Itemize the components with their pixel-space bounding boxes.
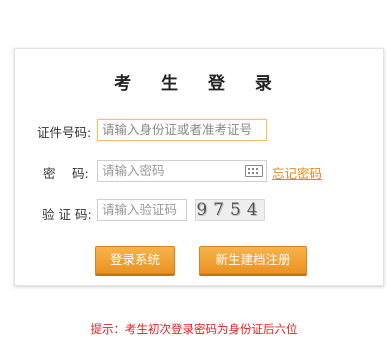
forgot-password-link[interactable]: 忘记密码 bbox=[272, 163, 322, 182]
login-title: 考 生 登 录 bbox=[114, 74, 284, 94]
captcha-label: 验 证 码: bbox=[42, 207, 92, 222]
id-number-input[interactable]: 请输入身份证或者准考证号 bbox=[97, 119, 267, 141]
login-tip: 提示：考生初次登录密码为身份证后六位 bbox=[90, 322, 298, 336]
login-card: 考 生 登 录 证件号码: 请输入身份证或者准考证号 密 码: 请输入密码 忘记… bbox=[14, 48, 384, 286]
captcha-input[interactable]: 请输入验证码 bbox=[97, 199, 187, 221]
login-button[interactable]: 登录系统 bbox=[95, 246, 175, 274]
password-input[interactable]: 请输入密码 bbox=[97, 160, 267, 182]
id-label: 证件号码: bbox=[37, 125, 92, 140]
register-button[interactable]: 新生建档注册 bbox=[199, 246, 307, 274]
captcha-image[interactable]: 9754 bbox=[195, 199, 265, 221]
password-label: 密 码: bbox=[43, 166, 89, 181]
keyboard-icon[interactable] bbox=[245, 165, 263, 177]
password-placeholder: 请输入密码 bbox=[102, 163, 165, 178]
